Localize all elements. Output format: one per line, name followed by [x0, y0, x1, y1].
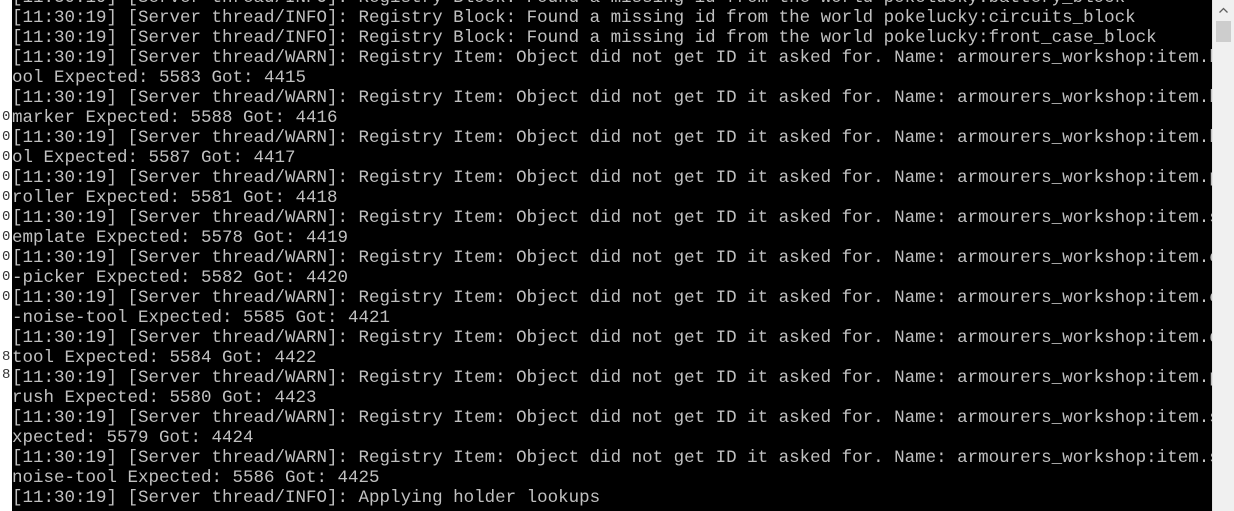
log-line: [11:30:19] [Server thread/WARN]: Registr…	[12, 248, 1212, 268]
chevron-up-icon	[1219, 7, 1228, 13]
log-line: tool Expected: 5584 Got: 4422	[12, 348, 317, 368]
gutter-char: 8	[2, 349, 11, 365]
gutter-char: 0	[2, 249, 11, 265]
log-line: [11:30:19] [Server thread/INFO]: Applyin…	[12, 488, 601, 508]
gutter-char: 0	[2, 189, 11, 205]
console-output[interactable]: [11:30:19] [Server thread/INFO]: Registr…	[12, 0, 1212, 511]
log-line: [11:30:19] [Server thread/WARN]: Registr…	[12, 408, 1212, 428]
log-line: [11:30:19] [Server thread/WARN]: Registr…	[12, 328, 1212, 348]
log-line: -picker Expected: 5582 Got: 4420	[12, 268, 349, 288]
log-line: [11:30:19] [Server thread/WARN]: Registr…	[12, 288, 1212, 308]
gutter-char: 0	[2, 289, 11, 305]
log-line: marker Expected: 5588 Got: 4416	[12, 108, 338, 128]
gutter-char: 0	[2, 129, 11, 145]
background-window-edge: 0 0 0 0 0 0 0 0 0 0 8 8	[0, 0, 12, 511]
log-line: [11:30:19] [Server thread/WARN]: Registr…	[12, 48, 1212, 68]
log-line: [11:30:19] [Server thread/WARN]: Registr…	[12, 128, 1212, 148]
log-line: roller Expected: 5581 Got: 4418	[12, 188, 338, 208]
gutter-char: 0	[2, 269, 11, 285]
log-line: [11:30:19] [Server thread/INFO]: Registr…	[12, 8, 1136, 28]
gutter-char: 0	[2, 149, 11, 165]
log-line: rush Expected: 5580 Got: 4423	[12, 388, 317, 408]
gutter-char: 0	[2, 209, 11, 225]
log-line: -noise-tool Expected: 5585 Got: 4421	[12, 308, 391, 328]
console-window: 0 0 0 0 0 0 0 0 0 0 8 8 [11:30:19] [Serv…	[0, 0, 1234, 511]
gutter-char: 0	[2, 169, 11, 185]
log-line: [11:30:19] [Server thread/WARN]: Registr…	[12, 448, 1212, 468]
log-line: [11:30:19] [Server thread/WARN]: Registr…	[12, 368, 1212, 388]
gutter-char: 0	[2, 229, 11, 245]
log-line: noise-tool Expected: 5586 Got: 4425	[12, 468, 380, 488]
log-line: ool Expected: 5583 Got: 4415	[12, 68, 307, 88]
log-line: [11:30:19] [Server thread/WARN]: Registr…	[12, 88, 1212, 108]
scroll-up-button[interactable]	[1213, 0, 1234, 20]
log-line: [11:30:19] [Server thread/WARN]: Registr…	[12, 208, 1212, 228]
log-line: ol Expected: 5587 Got: 4417	[12, 148, 296, 168]
log-line: [11:30:19] [Server thread/INFO]: Registr…	[12, 28, 1157, 48]
log-line: [11:30:19] [Server thread/INFO]: Registr…	[12, 0, 1212, 8]
gutter-char: 0	[2, 109, 11, 125]
log-line: emplate Expected: 5578 Got: 4419	[12, 228, 349, 248]
log-lines: [11:30:19] [Server thread/INFO]: Registr…	[12, 0, 1212, 508]
gutter-char: 8	[2, 367, 11, 383]
scroll-thumb[interactable]	[1216, 21, 1231, 42]
log-line: xpected: 5579 Got: 4424	[12, 428, 254, 448]
vertical-scrollbar[interactable]	[1212, 0, 1234, 511]
log-line: [11:30:19] [Server thread/WARN]: Registr…	[12, 168, 1212, 188]
